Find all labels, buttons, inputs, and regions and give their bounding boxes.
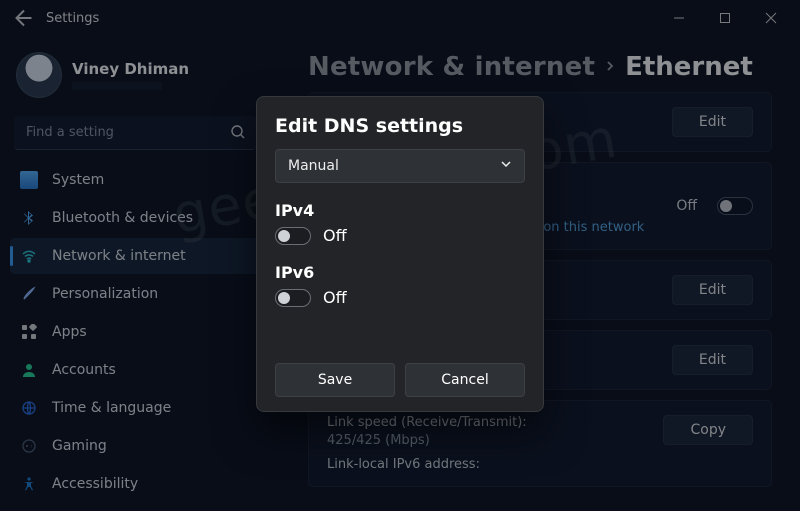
user-card[interactable]: Viney Dhiman <box>10 46 260 112</box>
dns-mode-select[interactable]: Manual <box>275 149 525 183</box>
accessibility-icon <box>20 475 38 493</box>
avatar <box>16 52 62 98</box>
sidebar-item-accounts[interactable]: Accounts <box>10 352 260 388</box>
sidebar-item-time-language[interactable]: Time & language <box>10 390 260 426</box>
title-bar: Settings <box>0 0 800 36</box>
sidebar-item-label: Personalization <box>52 286 158 302</box>
sidebar-item-gaming[interactable]: Gaming <box>10 428 260 464</box>
sidebar-item-apps[interactable]: Apps <box>10 314 260 350</box>
gaming-icon <box>20 437 38 455</box>
sidebar-item-accessibility[interactable]: Accessibility <box>10 466 260 502</box>
metered-toggle[interactable] <box>717 197 753 215</box>
display-icon <box>20 171 38 189</box>
cancel-button[interactable]: Cancel <box>405 363 525 397</box>
user-subinfo <box>72 82 162 90</box>
sidebar: Viney Dhiman System Bluetooth & devices <box>0 36 270 511</box>
maximize-button[interactable] <box>702 0 748 36</box>
modal-title: Edit DNS settings <box>275 115 525 137</box>
sidebar-item-label: Bluetooth & devices <box>52 210 193 226</box>
search-input[interactable] <box>14 116 256 150</box>
bluetooth-icon <box>20 209 38 227</box>
wifi-icon <box>20 247 38 265</box>
sidebar-item-personalization[interactable]: Personalization <box>10 276 260 312</box>
edit-button[interactable]: Edit <box>672 275 753 305</box>
ipv4-state: Off <box>323 226 347 245</box>
ipv6-toggle[interactable] <box>275 289 311 307</box>
sidebar-item-label: Apps <box>52 324 87 340</box>
ipv6-address-label: Link-local IPv6 address: <box>327 457 649 472</box>
search-wrap <box>14 116 256 150</box>
metered-state-label: Off <box>676 198 697 214</box>
sidebar-item-label: Gaming <box>52 438 107 454</box>
brush-icon <box>20 285 38 303</box>
sidebar-item-label: Accounts <box>52 362 116 378</box>
edit-dns-modal: Edit DNS settings Manual IPv4 Off IPv6 O… <box>256 96 544 412</box>
sidebar-item-label: Time & language <box>52 400 171 416</box>
minimize-button[interactable] <box>656 0 702 36</box>
ipv6-state: Off <box>323 288 347 307</box>
search-icon <box>230 124 246 144</box>
copy-button[interactable]: Copy <box>663 415 753 445</box>
user-name: Viney Dhiman <box>72 60 189 78</box>
breadcrumb-current: Ethernet <box>625 52 753 82</box>
ipv4-label: IPv4 <box>275 201 525 220</box>
save-button[interactable]: Save <box>275 363 395 397</box>
globe-icon <box>20 399 38 417</box>
chevron-down-icon <box>500 158 512 174</box>
sidebar-item-system[interactable]: System <box>10 162 260 198</box>
edit-button[interactable]: Edit <box>672 107 753 137</box>
sidebar-item-label: Accessibility <box>52 476 138 492</box>
person-icon <box>20 361 38 379</box>
breadcrumb: Network & internet Ethernet <box>308 52 772 82</box>
close-button[interactable] <box>748 0 794 36</box>
sidebar-item-label: Network & internet <box>52 248 186 264</box>
sidebar-item-label: System <box>52 172 104 188</box>
window-title: Settings <box>46 11 99 26</box>
link-speed-value: 425/425 (Mbps) <box>327 433 649 448</box>
ipv4-toggle[interactable] <box>275 227 311 245</box>
edit-button[interactable]: Edit <box>672 345 753 375</box>
dns-mode-value: Manual <box>288 158 339 174</box>
sidebar-item-network-internet[interactable]: Network & internet <box>10 238 260 274</box>
apps-icon <box>20 323 38 341</box>
ipv6-label: IPv6 <box>275 263 525 282</box>
sidebar-item-bluetooth-devices[interactable]: Bluetooth & devices <box>10 200 260 236</box>
card-network-info: Link speed (Receive/Transmit): 425/425 (… <box>308 400 772 487</box>
chevron-right-icon <box>605 59 615 75</box>
breadcrumb-parent[interactable]: Network & internet <box>308 52 595 82</box>
link-speed-label: Link speed (Receive/Transmit): <box>327 415 649 430</box>
back-button[interactable] <box>12 6 36 30</box>
